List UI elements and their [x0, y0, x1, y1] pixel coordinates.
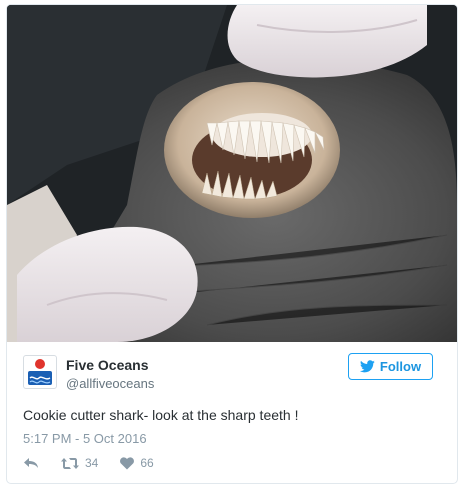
author-name[interactable]: Five Oceans: [66, 357, 149, 373]
retweet-button[interactable]: 34: [61, 456, 98, 470]
like-count: 66: [140, 456, 154, 470]
heart-icon: [120, 456, 135, 470]
author-handle[interactable]: @allfiveoceans: [66, 376, 154, 391]
follow-label: Follow: [379, 359, 422, 374]
tweet-photo[interactable]: [7, 5, 457, 342]
like-button[interactable]: 66: [120, 456, 154, 470]
reply-button[interactable]: [23, 456, 39, 470]
follow-button[interactable]: Follow: [348, 353, 433, 380]
tweet-author: Five Oceans @allfiveoceans Follow: [23, 353, 443, 395]
tweet-card: Five Oceans @allfiveoceans Follow Cookie…: [6, 4, 458, 484]
five-oceans-logo[interactable]: [23, 355, 57, 389]
reply-icon: [23, 456, 39, 470]
tweet-actions: 34 66: [23, 454, 154, 472]
tweet-timestamp[interactable]: 5:17 PM - 5 Oct 2016: [23, 431, 147, 446]
twitter-bird-icon: [359, 360, 375, 373]
tweet-text: Cookie cutter shark- look at the sharp t…: [23, 407, 299, 423]
retweet-count: 34: [85, 456, 99, 470]
retweet-icon: [61, 457, 79, 470]
